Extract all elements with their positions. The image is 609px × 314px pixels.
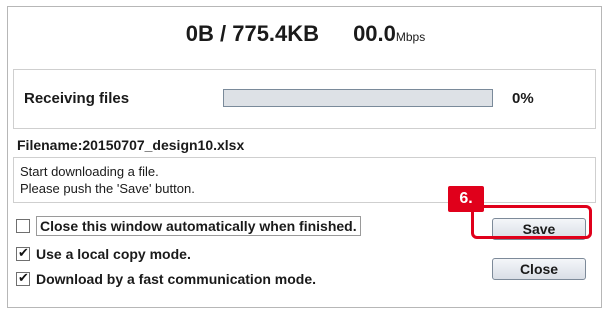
auto-close-label[interactable]: Close this window automatically when fin… <box>36 216 361 236</box>
step-badge: 6. <box>448 186 484 212</box>
receiving-label: Receiving files <box>24 90 130 107</box>
close-button[interactable]: Close <box>492 258 586 280</box>
message-line: Start downloading a file. <box>20 164 159 179</box>
local-copy-checkbox[interactable] <box>16 245 30 261</box>
fast-mode-label[interactable]: Download by a fast communication mode. <box>36 271 316 287</box>
receiving-panel: Receiving files 0% <box>13 69 596 129</box>
fast-mode-option[interactable]: Download by a fast communication mode. <box>16 270 316 287</box>
save-highlight-box <box>471 205 592 239</box>
speed-unit: Mbps <box>395 30 426 44</box>
message-box: Start downloading a file. Please push th… <box>13 157 596 203</box>
received-size: 0B / 775.4KB <box>185 21 320 46</box>
transfer-stats: 0B / 775.4KB 00.0Mbps <box>8 21 603 47</box>
auto-close-option[interactable]: Close this window automatically when fin… <box>16 216 361 236</box>
local-copy-label[interactable]: Use a local copy mode. <box>36 246 191 262</box>
transfer-speed: 00.0 <box>353 21 396 46</box>
progress-percent: 0% <box>512 90 534 107</box>
auto-close-checkbox[interactable] <box>16 219 30 233</box>
local-copy-option[interactable]: Use a local copy mode. <box>16 245 191 262</box>
progress-bar <box>223 89 493 107</box>
message-line: Please push the 'Save' button. <box>20 181 195 196</box>
download-dialog: 0B / 775.4KB 00.0Mbps Receiving files 0% … <box>7 6 602 308</box>
filename-label: Filename:20150707_design10.xlsx <box>17 137 245 153</box>
fast-mode-checkbox[interactable] <box>16 270 30 286</box>
